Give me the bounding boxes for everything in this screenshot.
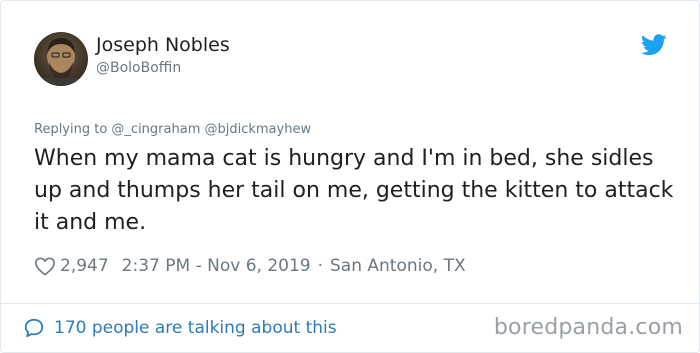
watermark: boredpanda.com [493, 315, 683, 340]
replying-to: Replying to @_cingraham @bjdickmayhew [34, 122, 312, 137]
tweet-meta: 2,947 2:37 PM - Nov 6, 2019 · San Antoni… [34, 254, 466, 278]
like-count[interactable]: 2,947 [60, 256, 109, 276]
tweet-text: When my mama cat is hungry and I'm in be… [34, 146, 674, 235]
avatar[interactable] [34, 32, 88, 86]
author-handle[interactable]: @BoloBoffin [96, 60, 181, 76]
tweet-card: Joseph Nobles @BoloBoffin Replying to @_… [0, 0, 700, 353]
avatar-image [34, 32, 88, 86]
tweet-location[interactable]: San Antonio, TX [330, 256, 466, 276]
tweet-timestamp[interactable]: 2:37 PM - Nov 6, 2019 [122, 256, 311, 276]
heart-icon[interactable] [34, 256, 56, 276]
footer-divider [1, 303, 699, 304]
meta-separator: · [317, 256, 323, 276]
speech-bubble-icon [23, 317, 45, 339]
talking-about-link[interactable]: 170 people are talking about this [23, 317, 337, 339]
talking-about-text: 170 people are talking about this [54, 318, 337, 338]
author-display-name[interactable]: Joseph Nobles [96, 34, 230, 56]
twitter-bird-icon[interactable] [641, 34, 667, 56]
